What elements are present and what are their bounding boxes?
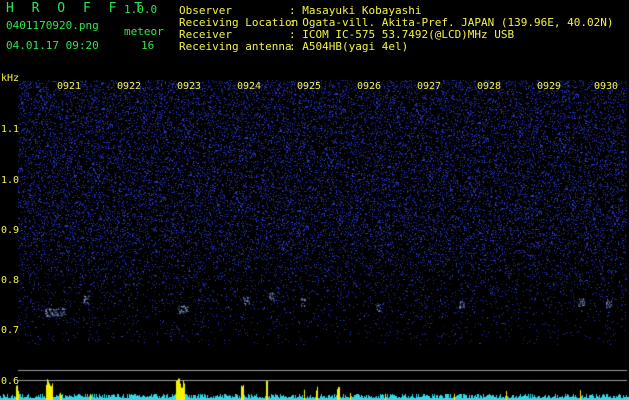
antenna-value: : A504HB(yagi 4el): [289, 40, 409, 53]
freq-tick: 0.6: [1, 376, 20, 387]
freq-tick: 0.8: [1, 275, 20, 286]
time-tick: 0926: [357, 81, 382, 92]
time-tick: 0928: [477, 81, 502, 92]
freq-tick: 0.7: [1, 325, 20, 336]
time-tick: 0927: [417, 81, 442, 92]
spectrogram-canvas: [0, 0, 629, 400]
time-tick: 0921: [57, 81, 82, 92]
app-version: 1.0.0: [124, 3, 158, 16]
file-name: 0401170920.png: [6, 19, 99, 32]
time-tick: 0930: [594, 81, 619, 92]
meteor-count: 16: [141, 39, 155, 52]
antenna-label: Receiving antenna: [179, 40, 292, 53]
time-tick: 0923: [177, 81, 202, 92]
meteor-label: meteor: [124, 25, 164, 38]
time-tick: 0925: [297, 81, 322, 92]
time-tick: 0922: [117, 81, 142, 92]
time-tick: 0929: [537, 81, 562, 92]
freq-tick: 1.1: [1, 124, 20, 135]
time-tick: 0924: [237, 81, 262, 92]
freq-tick: 1.0: [1, 175, 20, 186]
file-datetime: 04.01.17 09:20: [6, 39, 99, 52]
axis-unit: kHz: [1, 73, 20, 84]
freq-tick: 0.9: [1, 225, 20, 236]
